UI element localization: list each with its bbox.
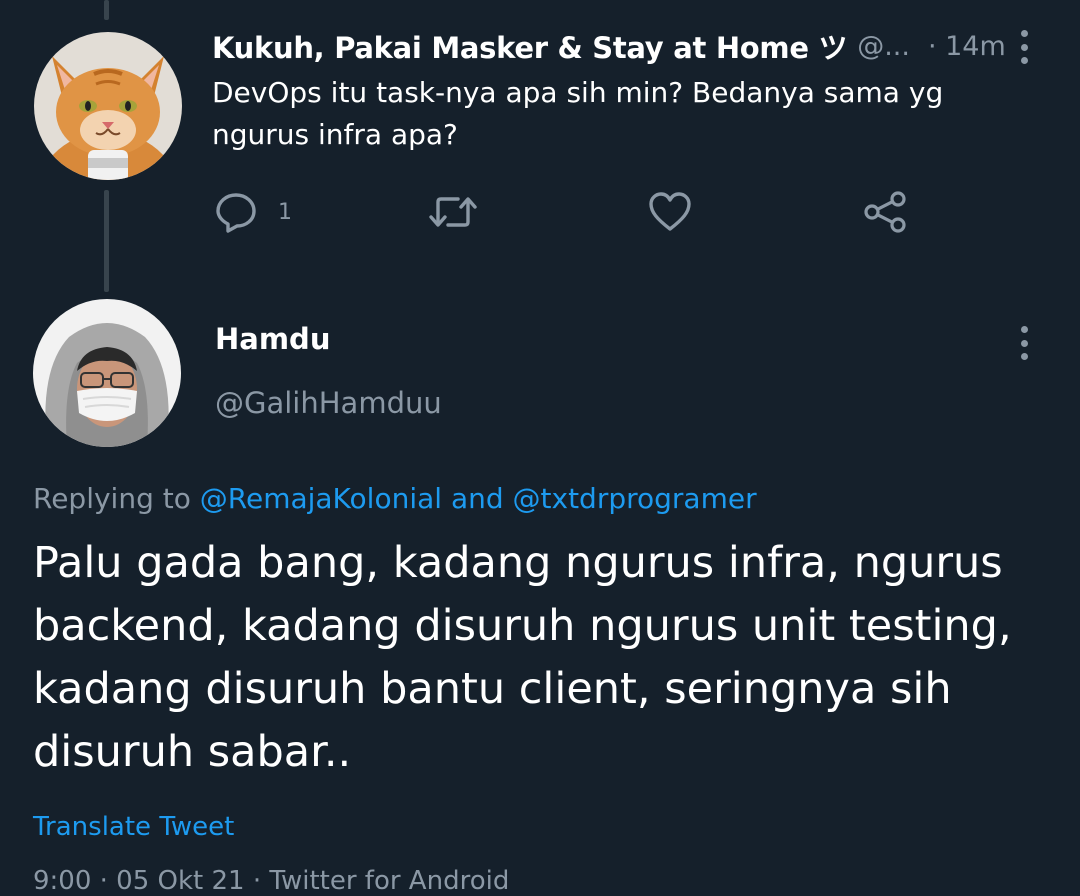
tweet-metadata: 9:00 · 05 Okt 21 · Twitter for Android — [33, 866, 510, 896]
share-icon — [862, 190, 908, 234]
mention-link-txtdrprogramer[interactable]: @txtdrprogramer — [513, 482, 757, 515]
main-avatar[interactable] — [33, 299, 181, 447]
parent-tweet-header: Kukuh, Pakai Masker & Stay at Home ツ @..… — [212, 24, 1072, 68]
thread-line-top — [104, 0, 109, 20]
share-button[interactable] — [862, 190, 908, 234]
retweet-icon — [428, 190, 478, 234]
parent-handle[interactable]: @... — [857, 31, 910, 62]
parent-display-name[interactable]: Kukuh, Pakai Masker & Stay at Home ツ — [212, 25, 848, 67]
heart-icon — [647, 190, 693, 234]
parent-more-vertical-icon[interactable] — [1019, 30, 1029, 64]
replying-to-line: Replying to @RemajaKolonial and @txtdrpr… — [33, 482, 757, 515]
main-display-name[interactable]: Hamdu — [215, 322, 330, 356]
replying-to-label: Replying to — [33, 482, 191, 515]
reply-count: 1 — [278, 199, 292, 225]
main-tweet-text: Palu gada bang, kadang ngurus infra, ngu… — [33, 538, 1012, 777]
retweet-button[interactable] — [428, 190, 478, 234]
parent-timestamp[interactable]: · 14m — [928, 31, 1006, 62]
translate-tweet-link[interactable]: Translate Tweet — [33, 812, 234, 842]
main-more-vertical-icon[interactable] — [1019, 326, 1029, 360]
main-handle[interactable]: @GalihHamduu — [215, 386, 442, 420]
mention-link-remajakolonial[interactable]: @RemajaKolonial — [200, 482, 442, 515]
mention-and-link[interactable]: and — [451, 482, 504, 515]
reply-button[interactable]: 1 — [214, 190, 292, 234]
parent-tweet-text: DevOps itu task-nya apa sih min? Bedanya… — [212, 76, 944, 151]
thread-line-middle — [104, 190, 109, 292]
like-button[interactable] — [647, 190, 693, 234]
parent-avatar[interactable] — [34, 32, 182, 180]
reply-bubble-icon — [214, 190, 258, 234]
